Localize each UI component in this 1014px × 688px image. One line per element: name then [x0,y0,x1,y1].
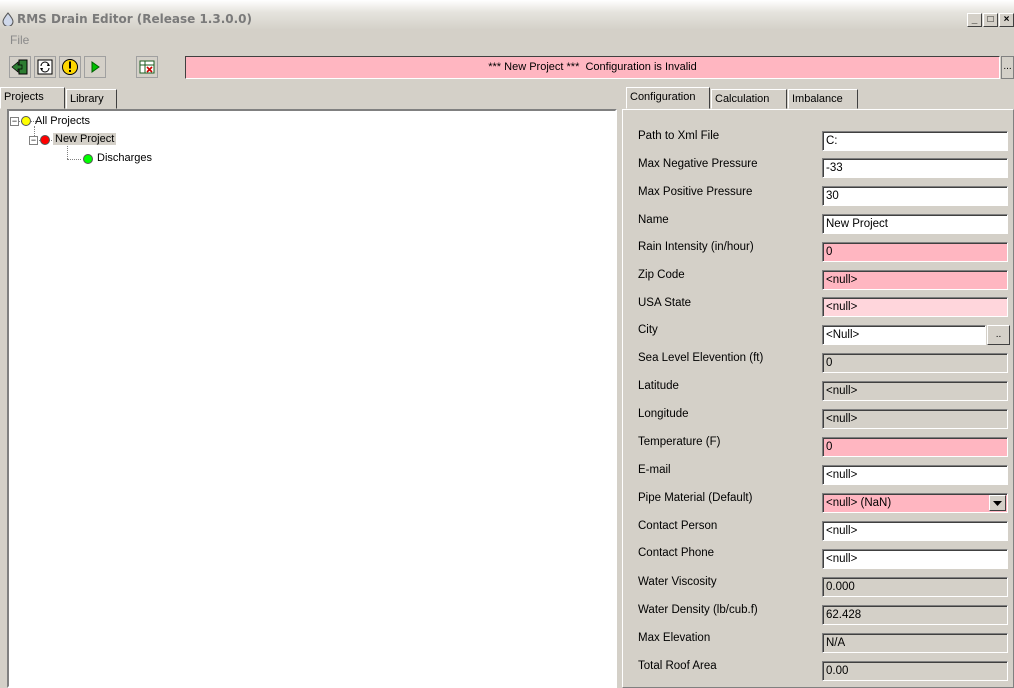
field-city[interactable]: <Null> [822,325,986,345]
refresh-icon[interactable] [34,56,56,78]
collapse-icon[interactable]: − [10,117,19,126]
minimize-button[interactable]: _ [967,13,982,27]
menu-file[interactable]: File [10,33,29,47]
label-contact-person: Contact Person [638,520,718,532]
drop-icon [2,12,14,27]
collapse-icon[interactable]: − [29,136,38,145]
label-latitude: Latitude [638,380,679,392]
status-yellow-icon [21,116,31,126]
tab-library[interactable]: Library [66,89,117,109]
tree-connector [67,146,68,159]
tab-imbalance[interactable]: Imbalance [788,89,858,109]
status-red-icon [40,135,50,145]
field-water-density: 62.428 [822,605,1008,625]
status-more-button[interactable]: ... [1001,56,1014,79]
field-sea-level-elevation: 0 [822,353,1008,373]
label-water-viscosity: Water Viscosity [638,576,717,588]
field-name[interactable]: New Project [822,214,1008,234]
label-zip-code: Zip Code [638,269,685,281]
field-latitude: <null> [822,381,1008,401]
label-longitude: Longitude [638,408,689,420]
label-temperature: Temperature (F) [638,436,721,448]
field-contact-person[interactable]: <null> [822,521,1008,541]
label-max-elevation: Max Elevation [638,632,711,644]
warning-icon[interactable] [59,56,81,78]
label-total-roof-area: Total Roof Area [638,660,717,672]
field-rain-intensity[interactable]: 0 [822,242,1008,262]
field-zip-code[interactable]: <null> [822,270,1008,290]
run-icon[interactable] [84,56,106,78]
tree-item-discharges[interactable]: Discharges [97,152,152,164]
label-sea-level-elevation: Sea Level Elevention (ft) [638,352,764,364]
exit-door-icon[interactable] [9,56,31,78]
field-longitude: <null> [822,409,1008,429]
field-max-negative-pressure[interactable]: -33 [822,158,1008,178]
tree-connector [67,159,81,160]
field-water-viscosity: 0.000 [822,577,1008,597]
tab-configuration[interactable]: Configuration [626,87,710,109]
label-name: Name [638,214,669,226]
select-pipe-material[interactable]: <null> (NaN) [822,493,1008,513]
label-water-density: Water Density (lb/cub.f) [638,604,758,616]
maximize-button[interactable]: □ [983,13,998,27]
label-rain-intensity: Rain Intensity (in/hour) [638,241,754,253]
tree-item-new-project[interactable]: New Project [53,133,117,145]
field-email[interactable]: <null> [822,465,1008,485]
field-usa-state[interactable]: <null> [822,297,1008,317]
tree-item-all-projects[interactable]: All Projects [35,115,90,127]
label-email: E-mail [638,464,671,476]
label-max-positive-pressure: Max Positive Pressure [638,186,753,198]
chevron-down-icon[interactable] [989,495,1006,511]
tab-calculation[interactable]: Calculation [711,89,787,109]
field-total-roof-area: 0.00 [822,661,1008,681]
export-excel-icon[interactable] [136,56,158,78]
status-green-icon [83,154,93,164]
field-max-elevation: N/A [822,633,1008,653]
label-contact-phone: Contact Phone [638,547,715,559]
field-temperature[interactable]: 0 [822,437,1008,457]
project-tree[interactable] [7,109,617,688]
menu-bar [0,30,1014,50]
field-contact-phone[interactable]: <null> [822,549,1008,569]
field-path-to-xml[interactable]: C: [822,131,1008,151]
label-city: City [638,324,658,336]
tab-projects[interactable]: Projects [0,87,65,109]
window-title: RMS Drain Editor (Release 1.3.0.0) [17,12,253,26]
label-usa-state: USA State [638,297,692,309]
close-button[interactable]: × [999,13,1014,27]
city-browse-button[interactable]: .. [987,325,1010,345]
field-max-positive-pressure[interactable]: 30 [822,186,1008,206]
label-path-to-xml: Path to Xml File [638,130,720,142]
status-message: *** New Project *** Configuration is Inv… [185,56,1000,79]
label-max-negative-pressure: Max Negative Pressure [638,158,758,170]
label-pipe-material: Pipe Material (Default) [638,492,753,504]
title-bar: RMS Drain Editor (Release 1.3.0.0) _ □ × [0,0,1014,30]
